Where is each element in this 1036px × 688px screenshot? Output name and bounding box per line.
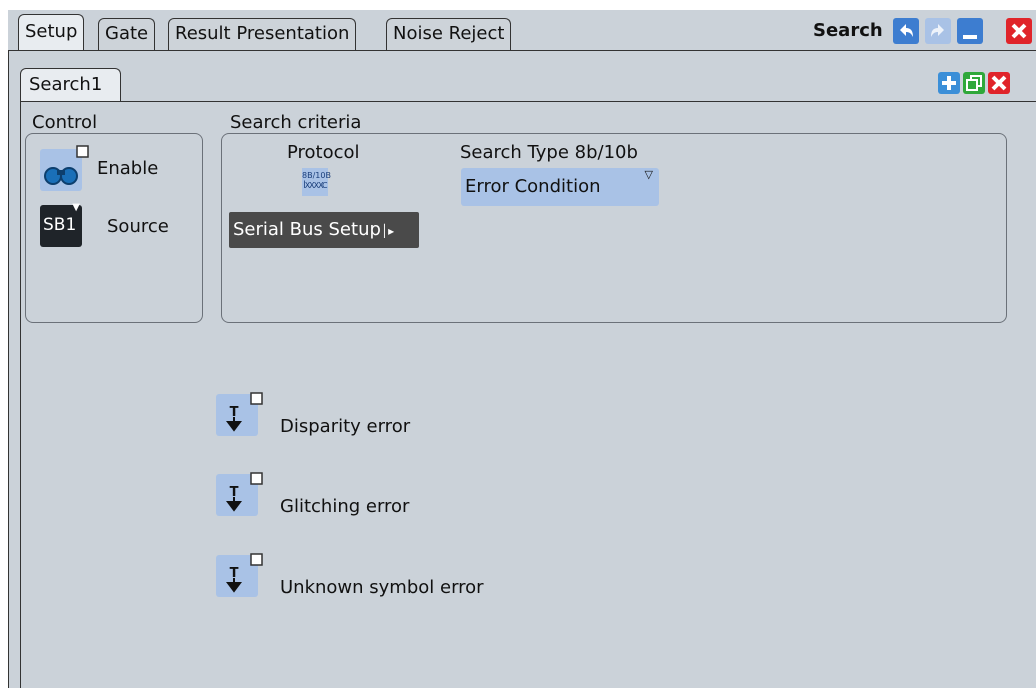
unknown-symbol-error-checkbox[interactable]: T	[216, 553, 263, 597]
disparity-error-label: Disparity error	[280, 416, 411, 437]
control-heading: Control	[32, 112, 98, 133]
glitching-error-checkbox[interactable]: T	[216, 472, 263, 516]
search-type-dropdown[interactable]: Error Condition ▽	[461, 168, 659, 206]
arrow-right-icon: │▸	[380, 224, 395, 238]
close-button[interactable]	[1006, 18, 1032, 44]
serial-bus-setup-label: Serial Bus Setup	[233, 219, 381, 240]
inner-border	[20, 101, 21, 688]
trigger-checkbox-icon: T	[216, 392, 263, 436]
close-icon	[1006, 18, 1032, 44]
dialog-border	[8, 50, 9, 688]
dropdown-arrow-icon: ▼	[72, 202, 80, 213]
add-search-button[interactable]	[938, 72, 960, 94]
tab-gate[interactable]: Gate	[98, 18, 156, 50]
inner-tab-divider	[20, 101, 1036, 102]
tab-search1[interactable]: Search1	[20, 68, 121, 102]
tab-result-presentation[interactable]: Result Presentation	[168, 18, 357, 50]
source-label: Source	[107, 216, 169, 237]
enable-toggle[interactable]	[40, 145, 89, 191]
dialog-title: Search	[813, 20, 883, 41]
trigger-checkbox-icon: T	[216, 553, 263, 597]
delete-search-button[interactable]	[988, 72, 1010, 94]
search-type-label: Search Type 8b/10b	[460, 142, 638, 163]
minimize-button[interactable]	[957, 18, 983, 44]
minimize-icon	[957, 18, 983, 44]
disparity-error-checkbox[interactable]: T	[216, 392, 263, 436]
protocol-8b10b-icon[interactable]: 8B/10B ꟾXXXXC	[302, 168, 331, 196]
undo-icon	[893, 18, 919, 44]
waveform-glyph: ꟾXXXXC	[303, 181, 327, 190]
close-icon	[988, 72, 1010, 94]
redo-icon	[925, 18, 951, 44]
glitching-error-label: Glitching error	[280, 496, 410, 517]
enable-label: Enable	[97, 158, 159, 179]
protocol-label: Protocol	[287, 142, 360, 163]
dropdown-arrow-icon: ▽	[644, 168, 653, 181]
binoculars-icon	[40, 145, 89, 191]
search-dialog	[8, 10, 1036, 688]
plus-icon	[938, 72, 960, 94]
copy-search-button[interactable]	[963, 72, 985, 94]
copy-icon	[963, 72, 985, 94]
trigger-checkbox-icon: T	[216, 472, 263, 516]
criteria-heading: Search criteria	[230, 112, 362, 133]
redo-button[interactable]	[925, 18, 951, 44]
tab-divider	[8, 50, 1036, 51]
search-type-value: Error Condition	[465, 176, 601, 197]
tab-noise-reject[interactable]: Noise Reject	[386, 18, 512, 50]
tab-setup[interactable]: Setup	[18, 14, 85, 50]
undo-button[interactable]	[893, 18, 919, 44]
serial-bus-setup-button[interactable]: Serial Bus Setup│▸	[229, 212, 419, 248]
source-selector[interactable]: SB1 ▼	[40, 202, 82, 247]
source-value: SB1	[43, 215, 77, 235]
protocol-icon-text: 8B/10B	[302, 171, 331, 180]
unknown-symbol-error-label: Unknown symbol error	[280, 577, 484, 598]
